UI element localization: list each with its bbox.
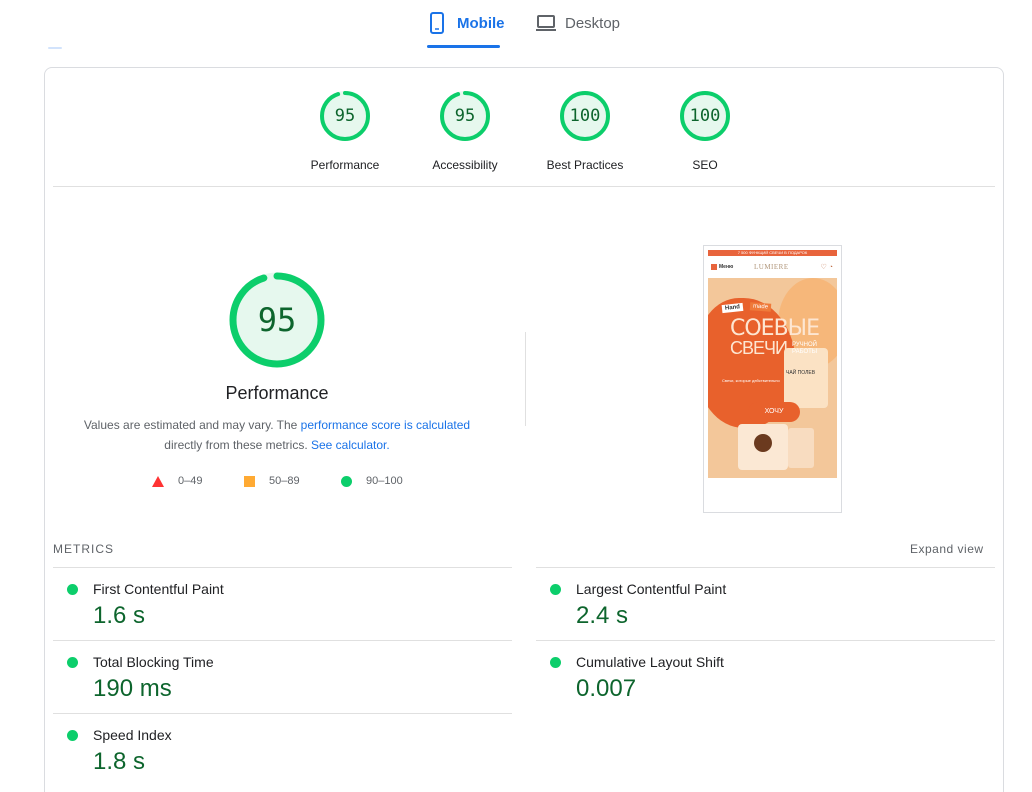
portrait-image: [754, 434, 772, 452]
hero-made-label: made: [749, 302, 772, 312]
metric-value: 1.6 s: [93, 602, 146, 629]
pass-circle-icon: [67, 584, 78, 595]
score-legend: 0–49 50–89 90–100: [45, 475, 509, 491]
performance-title: Performance: [225, 383, 329, 403]
gauge-ring: 100: [679, 90, 731, 142]
metric-value: 1.8 s: [93, 748, 146, 775]
thumb-menu: Меню: [711, 264, 733, 270]
square-icon: [244, 475, 255, 487]
heart-cart-icon: ♡ ◔: [820, 264, 833, 271]
thumb-menu-label: Меню: [719, 264, 734, 270]
see-calculator-link[interactable]: See calculator.: [311, 438, 390, 452]
section-divider: [53, 186, 995, 187]
gauge-score: 95: [454, 106, 476, 126]
pass-circle-icon: [550, 584, 561, 595]
metric-label: First Contentful Paint: [93, 581, 224, 597]
thumb-announcement-text: 7 500 ФУНКЦИЙ СВЕЧИ В ПОДАРОК: [737, 250, 808, 255]
candle-jar-image-3: [788, 428, 814, 468]
gauge-label: SEO: [692, 158, 718, 172]
tab-desktop[interactable]: Desktop: [535, 12, 620, 48]
gauge-seo[interactable]: 100 SEO: [645, 90, 765, 172]
tab-mobile-label: Mobile: [457, 15, 505, 32]
gauge-label: Best Practices: [546, 158, 624, 172]
hero-title-2: СВЕЧИ: [730, 338, 788, 358]
metric-total-blocking-time: Total Blocking Time 190 ms: [53, 640, 512, 713]
gauge-best-practices[interactable]: 100 Best Practices: [525, 90, 645, 172]
candle-jar-image: [784, 348, 828, 408]
metric-label: Largest Contentful Paint: [576, 581, 727, 597]
score-calculated-link[interactable]: performance score is calculated: [301, 418, 470, 432]
metric-value: 2.4 s: [576, 602, 629, 629]
metric-label: Speed Index: [93, 727, 172, 743]
legend-fail-label: 0–49: [178, 475, 203, 487]
gauge-ring: 100: [559, 90, 611, 142]
performance-note: Values are estimated and may vary. The p…: [75, 415, 479, 455]
metric-label: Cumulative Layout Shift: [576, 654, 724, 670]
smartphone-icon: [427, 12, 447, 34]
note-text: Values are estimated and may vary. The: [83, 418, 301, 432]
thumb-hero: Hand made СОЕВЫЕ СВЕЧИ РУЧНОЙ РАБОТЫ ЧАЙ…: [708, 278, 837, 478]
pass-circle-icon: [67, 730, 78, 741]
metric-cumulative-layout-shift: Cumulative Layout Shift 0.007: [536, 640, 995, 713]
legend-fail: 0–49: [152, 475, 202, 487]
circle-icon: [341, 475, 352, 487]
gauge-accessibility[interactable]: 95 Accessibility: [405, 90, 525, 172]
hero-small-text: Свечи, которые действительно: [722, 378, 780, 383]
metric-first-contentful-paint: First Contentful Paint 1.6 s: [53, 567, 512, 640]
note-text-2: directly from these metrics.: [164, 438, 311, 452]
tab-mobile[interactable]: Mobile: [427, 12, 505, 48]
tab-desktop-label: Desktop: [565, 15, 621, 32]
laptop-icon: [535, 12, 556, 32]
jar-label: ЧАЙ ПОЛЕВ: [786, 370, 816, 376]
legend-average: 50–89: [244, 475, 300, 487]
thumb-announcement-bar: 7 500 ФУНКЦИЙ СВЕЧИ В ПОДАРОК: [708, 250, 837, 256]
expand-view-button[interactable]: Expand view: [910, 542, 984, 556]
category-gauges: 95 Performance 95 Accessibility 100 Best…: [45, 68, 1003, 186]
gauge-score: 95: [334, 106, 356, 126]
gauge-label: Performance: [310, 158, 380, 172]
legend-pass: 90–100: [341, 475, 403, 487]
legend-pass-label: 90–100: [366, 475, 403, 487]
metric-largest-contentful-paint: Largest Contentful Paint 2.4 s: [536, 567, 995, 640]
gauge-score: 100: [689, 106, 721, 126]
page-screenshot[interactable]: 7 500 ФУНКЦИЙ СВЕЧИ В ПОДАРОК Меню LUMIE…: [703, 245, 842, 513]
metric-value: 0.007: [576, 675, 637, 702]
performance-score: 95: [257, 301, 297, 339]
grid-icon: [711, 264, 717, 270]
performance-gauge: 95: [227, 270, 327, 370]
pass-circle-icon: [67, 657, 78, 668]
thumb-nav: Меню LUMIERE ♡ ◔: [708, 260, 837, 276]
report-card: 95 Performance 95 Accessibility 100 Best…: [44, 67, 1004, 792]
triangle-icon: [152, 475, 164, 487]
vertical-divider: [525, 332, 526, 426]
hero-cta-button: ХОЧУ: [748, 402, 800, 422]
gauge-score: 100: [569, 106, 601, 126]
metric-label: Total Blocking Time: [93, 654, 214, 670]
scroll-hint: [48, 47, 62, 49]
hero-subtitle: РУЧНОЙ РАБОТЫ: [792, 342, 818, 355]
metric-value: 190 ms: [93, 675, 172, 702]
legend-average-label: 50–89: [269, 475, 300, 487]
active-tab-indicator: [427, 45, 500, 48]
thumb-logo: LUMIERE: [754, 263, 789, 271]
gauge-ring: 95: [439, 90, 491, 142]
gauge-ring: 95: [319, 90, 371, 142]
device-tabs: Mobile Desktop: [0, 0, 1032, 50]
metrics-heading: METRICS: [53, 542, 114, 556]
pass-circle-icon: [550, 657, 561, 668]
gauge-performance[interactable]: 95 Performance: [285, 90, 405, 172]
metric-speed-index: Speed Index 1.8 s: [53, 713, 512, 786]
gauge-label: Accessibility: [432, 158, 498, 172]
